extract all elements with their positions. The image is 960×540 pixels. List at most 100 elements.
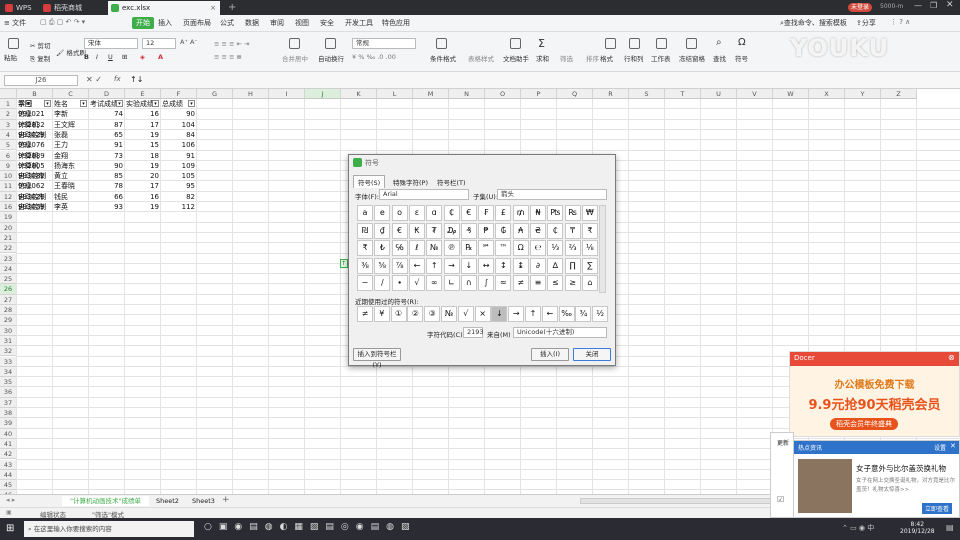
add-sheet-button[interactable]: +	[222, 495, 230, 505]
row-header-24[interactable]: 24	[0, 263, 17, 275]
clock[interactable]: 8:42 2019/12/28	[900, 521, 935, 535]
command-search[interactable]: ⌕查找命令、搜索模板	[780, 18, 847, 28]
dialog-font-select[interactable]: Arial	[379, 189, 469, 200]
underline-button[interactable]: U	[108, 53, 113, 61]
font-grow-icons[interactable]: A⁺ A⁻	[180, 38, 198, 46]
menu-review[interactable]: 审阅	[270, 18, 284, 28]
row-header-10[interactable]: 10	[0, 171, 17, 182]
data-cell[interactable]: 87	[90, 120, 123, 130]
formula-input[interactable]: ↑↓	[130, 74, 956, 86]
subset-select[interactable]: 箭头	[497, 189, 607, 200]
notification-icon[interactable]: ▤	[946, 523, 954, 532]
find-button[interactable]: 查找	[713, 53, 726, 63]
symbol-cell[interactable]: ₹	[357, 240, 373, 256]
symbol-cell[interactable]: ₱	[478, 222, 495, 239]
new-tab-button[interactable]: +	[224, 1, 240, 15]
filter-dropdown-icon[interactable]: ▾	[44, 100, 51, 107]
symbol-cell[interactable]: €	[391, 222, 408, 239]
recent-symbols[interactable]: ≠ ¥ ① ② ③ № √ × ↓ → ↑ ← ‰ ¾ ½	[357, 306, 609, 324]
row-header-11[interactable]: 11	[0, 181, 17, 192]
data-cell[interactable]: 991062	[18, 181, 51, 191]
data-cell[interactable]: 112	[162, 202, 195, 212]
login-badge[interactable]: 未登录	[848, 3, 873, 12]
more-icons[interactable]: ⋮ ? ∧	[890, 18, 910, 26]
symbol-cell[interactable]: ↨	[512, 257, 529, 274]
news-settings[interactable]: 设置	[934, 443, 946, 452]
symbol-cell[interactable]: ≤	[547, 275, 564, 291]
row-col-button[interactable]: 行和列	[624, 53, 644, 63]
data-cell[interactable]: 王力	[54, 140, 87, 150]
close-button[interactable]: 关闭	[573, 348, 611, 361]
menu-formula[interactable]: 公式	[220, 18, 234, 28]
side-panel-checkbox[interactable]: ☑	[777, 495, 784, 504]
filter-dropdown-icon[interactable]: ▾	[152, 100, 159, 107]
paste-button[interactable]: 粘贴	[4, 52, 17, 62]
symbol-cell[interactable]: ↓	[460, 257, 477, 274]
symbol-cell[interactable]: ≈	[495, 275, 512, 291]
data-cell[interactable]: 19	[126, 130, 159, 140]
data-cell[interactable]: 74	[90, 109, 123, 119]
row-header-36[interactable]: 36	[0, 387, 17, 398]
row-header-30[interactable]: 30	[0, 325, 17, 336]
recent-symbol[interactable]: √	[457, 306, 474, 322]
data-cell[interactable]: 90	[90, 161, 123, 171]
symbol-cell[interactable]: ≥	[564, 275, 581, 291]
fill-color-icon[interactable]: ◈	[140, 53, 145, 61]
symbol-cell[interactable]: Ω	[512, 240, 529, 256]
column-header-i[interactable]: I	[269, 89, 305, 99]
symbol-cell[interactable]: ₵	[547, 222, 564, 239]
row-header-4[interactable]: 4	[0, 129, 17, 141]
recent-symbol[interactable]: ←	[541, 306, 558, 322]
menu-file[interactable]: ≡ 文件	[4, 18, 26, 28]
row-header-25[interactable]: 25	[0, 274, 17, 285]
sheet-tab-2[interactable]: Sheet2	[150, 496, 185, 506]
recent-symbol[interactable]: ①	[390, 306, 407, 322]
symbol-cell[interactable]: ⅝	[374, 257, 391, 274]
tab-symbol-bar[interactable]: 符号栏(T)	[433, 176, 470, 188]
row-header-31[interactable]: 31	[0, 335, 17, 347]
row-header-38[interactable]: 38	[0, 408, 17, 419]
freeze-panes-button[interactable]: 冻结窗格	[679, 53, 705, 63]
column-header-s[interactable]: S	[629, 89, 665, 99]
number-format-select[interactable]: 常规	[352, 38, 416, 49]
font-color-icon[interactable]: A	[158, 53, 163, 61]
symbol-cell[interactable]: ∕	[374, 275, 391, 291]
row-header-2[interactable]: 2	[0, 109, 17, 120]
insert-to-bar-button[interactable]: 插入到符号栏(Y)	[353, 348, 401, 369]
bold-button[interactable]: B	[84, 53, 89, 61]
data-cell[interactable]: 黄立	[54, 171, 87, 181]
symbol-cell[interactable]: ₳	[512, 222, 529, 239]
italic-button[interactable]: I	[96, 53, 98, 61]
column-header-g[interactable]: G	[197, 89, 233, 99]
column-header-c[interactable]: C	[53, 89, 89, 99]
column-header-m[interactable]: M	[413, 89, 449, 99]
column-header-y[interactable]: Y	[845, 89, 881, 99]
row-header-33[interactable]: 33	[0, 356, 17, 367]
column-header-r[interactable]: R	[593, 89, 629, 99]
symbol-cell[interactable]: o	[391, 205, 408, 221]
recent-symbol[interactable]: ③	[424, 306, 441, 322]
data-cell[interactable]: 20	[126, 171, 159, 181]
symbol-cell[interactable]: ™	[495, 240, 512, 256]
symbol-cell[interactable]: ∫	[478, 275, 495, 291]
symbol-cell[interactable]: ℠	[478, 240, 495, 256]
row-header-34[interactable]: 34	[0, 366, 17, 378]
sheet-tab-1[interactable]: "计算机动画技术"成绩单	[62, 496, 149, 506]
menu-security[interactable]: 安全	[320, 18, 334, 28]
symbol-cell[interactable]: ₵	[443, 205, 460, 221]
row-header-16[interactable]: 16	[0, 202, 17, 213]
close-tab-icon[interactable]: ×	[210, 1, 216, 15]
symbol-cell[interactable]: ₩	[581, 205, 598, 221]
symbol-cell[interactable]: ₪	[357, 222, 373, 239]
data-cell[interactable]: 王春晓	[54, 181, 87, 191]
filter-dropdown-icon[interactable]: ▾	[80, 100, 87, 107]
format-painter-button[interactable]: 🖌 格式刷	[56, 47, 86, 57]
data-cell[interactable]: 李英	[54, 202, 87, 212]
row-header-3[interactable]: 3	[0, 119, 17, 130]
row-header-26[interactable]: 26	[0, 284, 17, 295]
data-cell[interactable]: 78	[90, 181, 123, 191]
sum-icon[interactable]: Σ	[538, 37, 545, 50]
symbol-cell[interactable]: ₥	[512, 205, 529, 221]
row-header-27[interactable]: 27	[0, 294, 17, 305]
data-cell[interactable]: 84	[162, 130, 195, 140]
